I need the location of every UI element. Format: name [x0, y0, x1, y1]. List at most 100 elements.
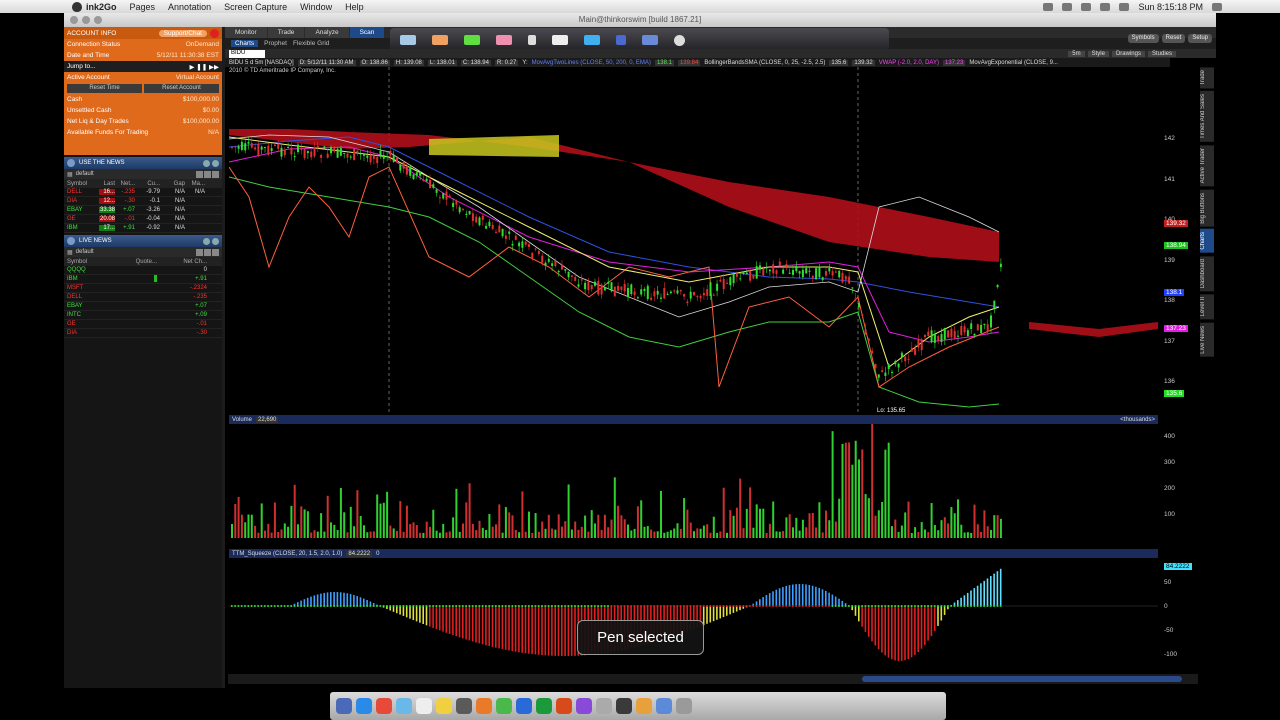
safari-icon[interactable] [396, 698, 412, 714]
minimize-icon[interactable] [82, 16, 90, 24]
tab-analyze[interactable]: Analyze [305, 27, 349, 38]
active-account-select[interactable]: Virtual Account [176, 74, 219, 81]
firefox-icon[interactable] [476, 698, 492, 714]
menu-screen-capture[interactable]: Screen Capture [224, 2, 287, 12]
study-mae[interactable]: MovAvgExponential (CLOSE, 9... [969, 60, 1058, 66]
table-row[interactable]: IBM +.91 [64, 274, 222, 284]
table-row[interactable]: EBAY +.07 [64, 302, 222, 311]
study-mavg[interactable]: MovAvgTwoLines (CLOSE, 50, 200, 0, EMA) [532, 60, 651, 66]
apple-icon[interactable] [72, 1, 82, 12]
spotlight-icon[interactable] [1212, 2, 1222, 11]
reset-button[interactable]: Reset [1161, 33, 1186, 43]
save-icon[interactable] [642, 35, 658, 45]
excel-icon[interactable] [536, 698, 552, 714]
col-symbol[interactable]: Symbol [67, 181, 99, 187]
powerpoint-icon[interactable] [556, 698, 572, 714]
notes-icon[interactable] [436, 698, 452, 714]
volume-icon[interactable] [1100, 2, 1111, 11]
col-gap[interactable]: Gap [160, 181, 185, 187]
calendar-icon[interactable] [416, 698, 432, 714]
subtab-charts[interactable]: Charts [231, 40, 259, 47]
table-row[interactable]: GE 20.08 -.01 -0.04 N/A [64, 215, 222, 224]
symbols-button[interactable]: Symbols [1127, 33, 1159, 43]
line-icon[interactable] [584, 35, 600, 45]
playback-controls[interactable]: ▶ ❚❚ ▶▶ [189, 63, 219, 71]
tab-monitor[interactable]: Monitor [225, 27, 267, 38]
settings-icon[interactable] [203, 159, 210, 167]
table-row[interactable]: INTC +.09 [64, 311, 222, 320]
table-row[interactable]: GE -.01 [64, 320, 222, 329]
table-row[interactable]: DIA 12... -.30 -0.1 N/A [64, 197, 222, 206]
wifi-icon[interactable] [1081, 2, 1092, 11]
alert-icon[interactable] [210, 28, 219, 38]
study-bollinger[interactable]: BollingerBandsSMA (CLOSE, 0, 25, -2.5, 2… [704, 60, 825, 66]
col-last[interactable]: Last [99, 181, 115, 187]
itunes-icon[interactable] [576, 698, 592, 714]
menu-help[interactable]: Help [345, 2, 364, 12]
squeeze-chart[interactable] [229, 558, 1158, 674]
side-tab-charts[interactable]: Charts [1200, 229, 1214, 253]
studies-button[interactable]: Studies [1147, 50, 1176, 57]
gear-icon[interactable] [212, 170, 219, 178]
eraser-page-icon[interactable] [400, 35, 416, 45]
add-icon[interactable] [196, 170, 203, 178]
setup-button[interactable]: Setup [1188, 33, 1212, 43]
drawings-button[interactable]: Drawings [1111, 50, 1145, 57]
thinkorswim-icon[interactable] [616, 698, 632, 714]
preferences-icon[interactable] [596, 698, 612, 714]
table-row[interactable]: MSFT -.2324 [64, 284, 222, 293]
side-tab-times-sales[interactable]: Times And Sales [1200, 91, 1214, 143]
collapse-icon[interactable] [212, 237, 219, 245]
study-vwap[interactable]: VWAP (-2.0, 2.0, DAY) [879, 60, 939, 66]
col-cu[interactable]: Cu... [135, 181, 160, 187]
style-button[interactable]: Style [1087, 50, 1109, 57]
news-section-header[interactable]: USE THE NEWS [64, 157, 222, 169]
pencil-icon[interactable] [432, 35, 448, 45]
col-netch[interactable]: Net Ch... [157, 259, 207, 265]
col-net[interactable]: Net... [115, 181, 135, 187]
battery-icon[interactable] [1119, 2, 1130, 11]
symbol-input[interactable]: BIDU [229, 49, 265, 58]
watchlist2-name[interactable]: default [76, 249, 94, 255]
menu-app[interactable]: ink2Go [86, 2, 117, 12]
finder-icon[interactable] [336, 698, 352, 714]
tab-scan[interactable]: Scan [349, 27, 385, 38]
facetime-icon[interactable] [496, 698, 512, 714]
add-icon[interactable] [196, 248, 203, 256]
word-icon[interactable] [516, 698, 532, 714]
twitter-icon[interactable] [1043, 2, 1054, 11]
menu-clock[interactable]: Sun 8:15:18 PM [1138, 2, 1203, 12]
watchlist-name[interactable]: default [76, 171, 94, 177]
zoom-icon[interactable] [94, 16, 102, 24]
tab-trade[interactable]: Trade [267, 27, 305, 38]
side-tab-trade[interactable]: Trade [1200, 67, 1214, 89]
table-row[interactable]: DELL 16... -.235 -9.79 N/A N/A [64, 188, 222, 197]
menu-annotation[interactable]: Annotation [168, 2, 211, 12]
subtab-flexible-grid[interactable]: Flexible Grid [293, 40, 329, 47]
jump-to-button[interactable]: Jump to... [67, 63, 96, 70]
app-store-icon[interactable] [356, 698, 372, 714]
table-row[interactable]: DELL -.235 [64, 293, 222, 302]
col-symbol[interactable]: Symbol [67, 259, 117, 265]
eraser-icon[interactable] [496, 35, 512, 45]
watchlist-header[interactable]: ▦ default [64, 169, 222, 179]
pointer-icon[interactable] [528, 35, 536, 45]
price-chart[interactable]: Lo: 135.65 [229, 67, 1158, 413]
folder-icon[interactable] [656, 698, 672, 714]
table-row[interactable]: DIA -.30 [64, 329, 222, 338]
highlighter-icon[interactable] [464, 35, 480, 45]
menu-window[interactable]: Window [300, 2, 332, 12]
scroll-thumb[interactable] [862, 676, 1182, 682]
side-tab-big-buttons[interactable]: Big Buttons [1200, 189, 1214, 227]
side-tab-active-trader[interactable]: Active Trader [1200, 145, 1214, 187]
side-tab-level2[interactable]: Level II [1200, 294, 1214, 320]
pause-icon[interactable] [616, 35, 626, 45]
table-row[interactable]: EBAY 33.38 +.07 -3.26 N/A [64, 206, 222, 215]
trash-icon[interactable] [676, 698, 692, 714]
close-icon[interactable] [70, 16, 78, 24]
volume-chart[interactable] [229, 424, 1158, 540]
subtab-prophet[interactable]: Prophet [264, 40, 287, 47]
support-chat-button[interactable]: Support/Chat [158, 29, 207, 37]
menu-pages[interactable]: Pages [130, 2, 156, 12]
chart-scrollbar[interactable] [228, 674, 1198, 684]
